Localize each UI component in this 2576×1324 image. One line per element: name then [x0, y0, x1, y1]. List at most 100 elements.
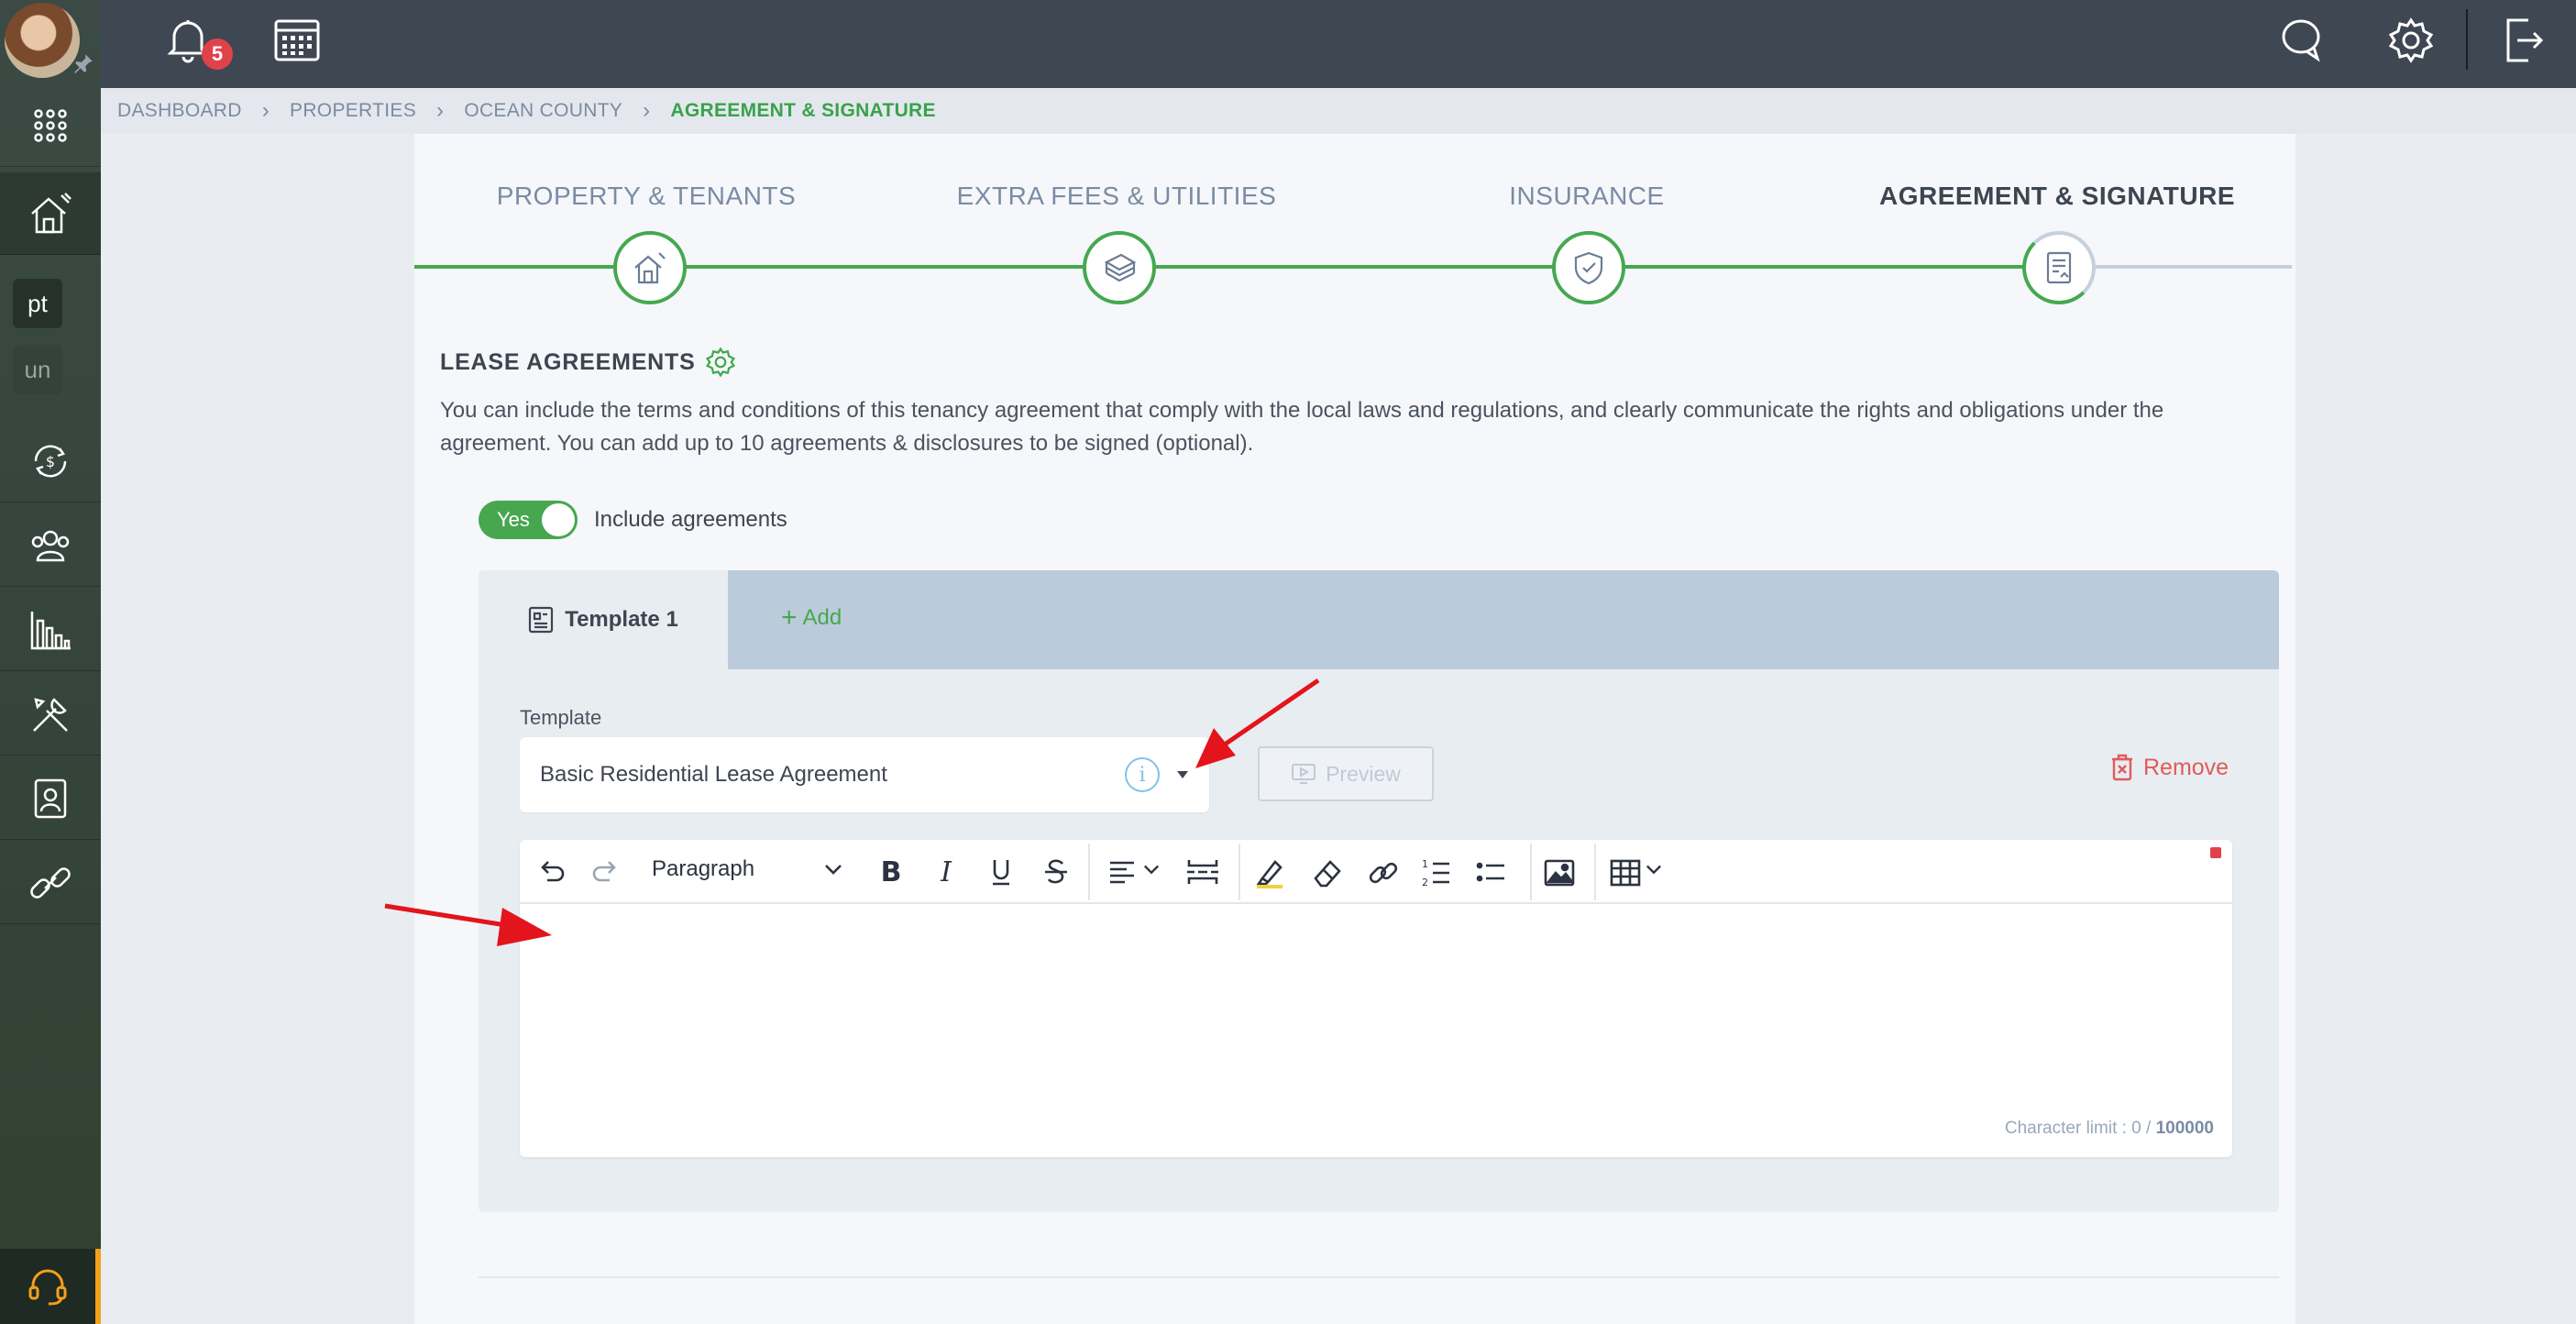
add-template-button[interactable]: + Add — [781, 602, 842, 633]
toolbar-separator — [1238, 844, 1240, 900]
step-agreement[interactable] — [2022, 231, 2096, 304]
editor-content-area[interactable] — [520, 906, 2232, 1117]
undo-icon[interactable] — [536, 856, 567, 888]
toolbar-separator — [1088, 844, 1090, 900]
step-property-tenants[interactable] — [613, 231, 687, 304]
redo-icon[interactable] — [589, 856, 621, 888]
breadcrumb-dashboard[interactable]: DASHBOARD — [117, 100, 242, 122]
logout-icon[interactable] — [2503, 17, 2545, 64]
svg-text:2: 2 — [1422, 877, 1428, 888]
tab-template-1-label: Template 1 — [565, 607, 678, 632]
chevron-right-icon: › — [643, 98, 651, 123]
chat-icon[interactable] — [2279, 17, 2327, 64]
align-left-icon[interactable] — [1106, 856, 1138, 888]
document-list-icon — [529, 606, 554, 634]
link-icon[interactable] — [1367, 856, 1400, 889]
svg-text:$: $ — [46, 453, 55, 470]
breadcrumb-current: AGREEMENT & SIGNATURE — [670, 100, 936, 121]
italic-icon[interactable]: I — [930, 856, 962, 888]
gear-icon[interactable] — [2387, 17, 2435, 64]
character-limit-label: Character limit : 0 / — [2004, 1119, 2156, 1138]
chevron-right-icon: › — [436, 98, 445, 123]
section-divider — [479, 1276, 2279, 1278]
step-insurance-label[interactable]: INSURANCE — [1394, 182, 1779, 211]
topbar-separator — [2466, 9, 2468, 70]
users-icon — [31, 530, 70, 561]
template-select-value: Basic Residential Lease Agreement — [540, 762, 887, 787]
toggle-value: Yes — [497, 508, 530, 531]
include-agreements-toggle[interactable]: Yes — [479, 501, 578, 539]
sidebar-item-maintenance[interactable] — [0, 673, 101, 756]
shield-icon — [1574, 251, 1603, 285]
step-insurance[interactable] — [1552, 231, 1625, 304]
strikethrough-icon[interactable] — [1040, 856, 1072, 888]
eraser-icon[interactable] — [1310, 856, 1343, 889]
page-break-icon[interactable] — [1185, 856, 1220, 888]
svg-text:1: 1 — [1422, 858, 1428, 870]
sidebar-pill-un[interactable]: un — [13, 345, 62, 394]
sidebar-item-payments[interactable]: $ — [0, 420, 101, 502]
block-format-select[interactable]: Paragraph — [652, 856, 754, 882]
stepper: PROPERTY & TENANTS EXTRA FEES & UTILITIE… — [414, 134, 2295, 317]
underline-icon[interactable] — [985, 856, 1017, 888]
include-agreements-row: Yes Include agreements — [479, 501, 787, 539]
grid-icon — [34, 108, 67, 142]
step-property-tenants-label[interactable]: PROPERTY & TENANTS — [454, 182, 839, 211]
sidebar-item-reports[interactable] — [0, 589, 101, 671]
svg-text:I: I — [940, 856, 952, 888]
info-icon[interactable]: i — [1125, 757, 1160, 792]
sidebar-item-properties[interactable] — [0, 172, 101, 255]
document-icon — [2046, 251, 2072, 284]
section-title-text: LEASE AGREEMENTS — [440, 348, 696, 375]
sidebar-item-links[interactable] — [0, 842, 101, 924]
step-extra-fees[interactable] — [1083, 231, 1156, 304]
bold-icon[interactable]: B — [875, 856, 907, 888]
numbered-list-icon[interactable]: 12 — [1420, 856, 1453, 889]
remove-template-button[interactable]: Remove — [2110, 754, 2229, 781]
template-box: Template 1 + Add Template Basic Resident… — [479, 570, 2279, 1212]
rich-text-editor: Paragraph B I 12 Character limit: 0 / 1… — [520, 840, 2232, 1157]
calendar-icon[interactable] — [273, 17, 321, 62]
annotation-arrow-icon — [1195, 678, 1320, 768]
link-icon — [30, 866, 71, 899]
sidebar-item-apps[interactable] — [0, 84, 101, 167]
tools-icon — [33, 697, 68, 732]
user-avatar[interactable] — [5, 3, 80, 78]
money-cycle-icon: $ — [34, 445, 67, 477]
sidebar-pill-pt[interactable]: pt — [13, 279, 62, 328]
sidebar-item-people[interactable] — [0, 504, 101, 587]
status-dot — [2210, 847, 2221, 858]
remove-label: Remove — [2143, 754, 2229, 780]
breadcrumb-ocean-county[interactable]: OCEAN COUNTY — [464, 100, 622, 122]
lease-agreements-heading: LEASE AGREEMENTS — [440, 347, 736, 378]
sidebar-item-documents[interactable] — [0, 757, 101, 840]
chevron-down-icon[interactable] — [824, 864, 842, 877]
breadcrumb: DASHBOARD › PROPERTIES › OCEAN COUNTY › … — [101, 88, 2576, 134]
editor-toolbar: Paragraph B I 12 — [520, 840, 2232, 904]
annotation-arrow-icon — [384, 903, 552, 946]
tab-template-1[interactable]: Template 1 — [479, 570, 728, 669]
highlighter-icon[interactable] — [1253, 856, 1286, 889]
bullet-list-icon[interactable] — [1475, 856, 1508, 889]
headset-icon — [28, 1269, 67, 1306]
svg-text:B: B — [881, 856, 902, 888]
pin-icon[interactable] — [72, 51, 95, 75]
toolbar-separator — [1594, 844, 1596, 900]
image-icon[interactable] — [1543, 856, 1576, 889]
contact-card-icon — [34, 778, 67, 818]
notification-badge: 5 — [202, 39, 233, 70]
section-description: You can include the terms and conditions… — [440, 398, 2164, 456]
gear-icon[interactable] — [705, 347, 736, 378]
bar-chart-icon — [30, 611, 71, 649]
table-icon[interactable] — [1609, 856, 1642, 889]
chevron-down-icon[interactable] — [1143, 864, 1160, 877]
support-button[interactable] — [0, 1249, 101, 1324]
chevron-down-icon[interactable] — [1646, 864, 1662, 877]
step-agreement-label[interactable]: AGREEMENT & SIGNATURE — [1865, 182, 2250, 211]
toolbar-separator — [1530, 844, 1532, 900]
topbar: 5 — [101, 0, 2576, 88]
template-select[interactable]: Basic Residential Lease Agreement i — [520, 737, 1209, 812]
plus-icon: + — [781, 602, 798, 633]
breadcrumb-properties[interactable]: PROPERTIES — [290, 100, 416, 122]
step-extra-fees-label[interactable]: EXTRA FEES & UTILITIES — [924, 182, 1309, 211]
